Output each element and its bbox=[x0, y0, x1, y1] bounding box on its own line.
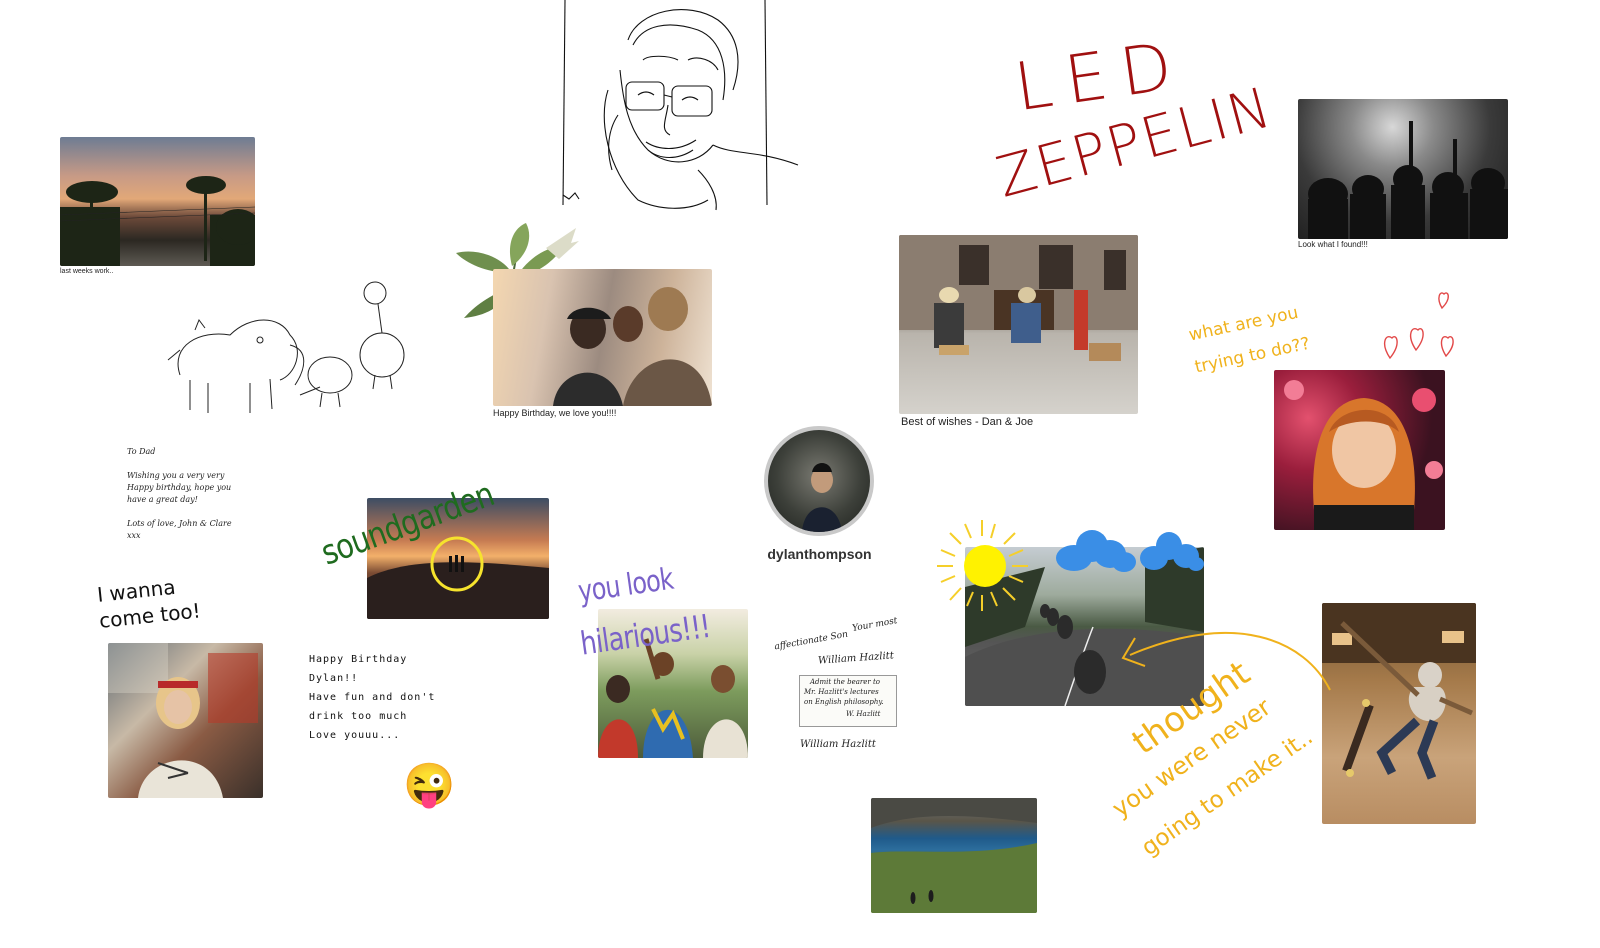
hazlitt-signature: William Hazlitt bbox=[800, 739, 876, 750]
led-zeppelin-doodle[interactable]: LED ZEPPELIN bbox=[990, 26, 1279, 230]
hilarious-line1: you look bbox=[576, 561, 676, 610]
person-silhouette bbox=[802, 463, 842, 532]
birthday-note-line3: Have fun and don't bbox=[309, 692, 436, 703]
elephant-sketch[interactable] bbox=[160, 275, 410, 425]
orange-hair-portrait[interactable] bbox=[1274, 370, 1445, 530]
winking-tongue-emoji-icon[interactable]: 😜 bbox=[403, 760, 455, 810]
elephant-drawing bbox=[167, 281, 405, 413]
sun-icon bbox=[937, 520, 1028, 611]
hazlitt-card-line4: W. Hazlitt bbox=[846, 710, 881, 718]
lake-landscape-photo[interactable] bbox=[871, 798, 1037, 913]
profile-username[interactable]: dylanthompson bbox=[762, 546, 877, 562]
hazlitt-admission-card[interactable]: Admit the bearer to Mr. Hazlitt's lectur… bbox=[799, 675, 897, 727]
lake-image bbox=[871, 798, 1037, 913]
woman-image bbox=[108, 643, 258, 798]
hazlitt-line1: Your most bbox=[851, 616, 899, 634]
sunset-street-photo[interactable] bbox=[60, 137, 255, 266]
friends-caption: Happy Birthday, we love you!!!! bbox=[493, 408, 617, 418]
dad-note-line2: Wishing you a very very bbox=[127, 471, 225, 480]
dad-note-line6: xxx bbox=[127, 531, 141, 540]
hazlitt-card-line2: Mr. Hazlitt's lectures bbox=[804, 688, 879, 696]
portrait-image bbox=[1284, 380, 1443, 530]
avatar-image bbox=[768, 430, 870, 532]
hazlitt-card-line3: on English philosophy. bbox=[804, 698, 884, 706]
concert-crowd-photo[interactable] bbox=[1298, 99, 1508, 239]
hazlitt-line3: William Hazlitt bbox=[817, 650, 895, 667]
birthday-note-line2: Dylan!! bbox=[309, 673, 359, 684]
sunset-caption: last weeks work.. bbox=[60, 268, 114, 275]
friends-image bbox=[553, 287, 712, 406]
thought-note[interactable]: thought you were never going to make it.… bbox=[1095, 600, 1355, 870]
dad-note-line5: Lots of love, John & Clare bbox=[127, 519, 232, 528]
note-to-dad[interactable]: To Dad Wishing you a very very Happy bir… bbox=[127, 446, 247, 542]
cloud-icon bbox=[1056, 530, 1204, 572]
hazlitt-card-line1: Admit the bearer to bbox=[810, 678, 881, 686]
concert-caption: Look what I found!!! bbox=[1298, 240, 1368, 249]
profile-avatar[interactable] bbox=[764, 426, 874, 536]
portrait-sketch-lines bbox=[562, 0, 799, 211]
birthday-note-line1: Happy Birthday bbox=[309, 654, 408, 665]
wanna-come-note[interactable]: I wanna come too! bbox=[94, 575, 214, 640]
dad-note-line3: Happy birthday, hope you bbox=[127, 483, 232, 492]
cafe-portrait-photo[interactable] bbox=[108, 643, 263, 798]
hazlitt-line2: affectionate Son bbox=[773, 629, 849, 653]
crowd-silhouettes bbox=[1308, 121, 1508, 239]
palm-trees-image bbox=[60, 176, 255, 266]
friends-photo[interactable] bbox=[493, 269, 712, 406]
birthday-note[interactable]: Happy Birthday Dylan!! Have fun and don'… bbox=[309, 650, 469, 745]
heart-icon bbox=[1383, 292, 1454, 360]
dad-note-line4: have a great day! bbox=[127, 495, 198, 504]
street-musicians-photo[interactable] bbox=[899, 235, 1138, 414]
street-image bbox=[899, 235, 1138, 361]
hearts-doodle[interactable] bbox=[1378, 288, 1468, 368]
birthday-note-line5: Love youuu... bbox=[309, 730, 401, 741]
hilarious-line2: hilarious!!! bbox=[578, 606, 713, 663]
sun-doodle[interactable] bbox=[935, 518, 1030, 613]
hilarious-doodle[interactable]: you look hilarious!!! bbox=[572, 555, 722, 665]
clouds-doodle[interactable] bbox=[1054, 526, 1204, 576]
dad-note-line1: To Dad bbox=[127, 447, 156, 456]
profile-card[interactable]: dylanthompson bbox=[762, 426, 877, 566]
street-caption: Best of wishes - Dan & Joe bbox=[901, 416, 1034, 428]
hazlitt-letter[interactable]: Your most affectionate Son William Hazli… bbox=[772, 615, 917, 760]
what-are-you-note[interactable]: what are you trying to do?? bbox=[1185, 300, 1355, 380]
soundgarden-doodle[interactable]: soundgarden bbox=[312, 470, 512, 573]
portrait-sketch[interactable] bbox=[548, 0, 800, 212]
soundgarden-text: soundgarden bbox=[316, 474, 500, 574]
birthday-note-line4: drink too much bbox=[309, 711, 408, 722]
